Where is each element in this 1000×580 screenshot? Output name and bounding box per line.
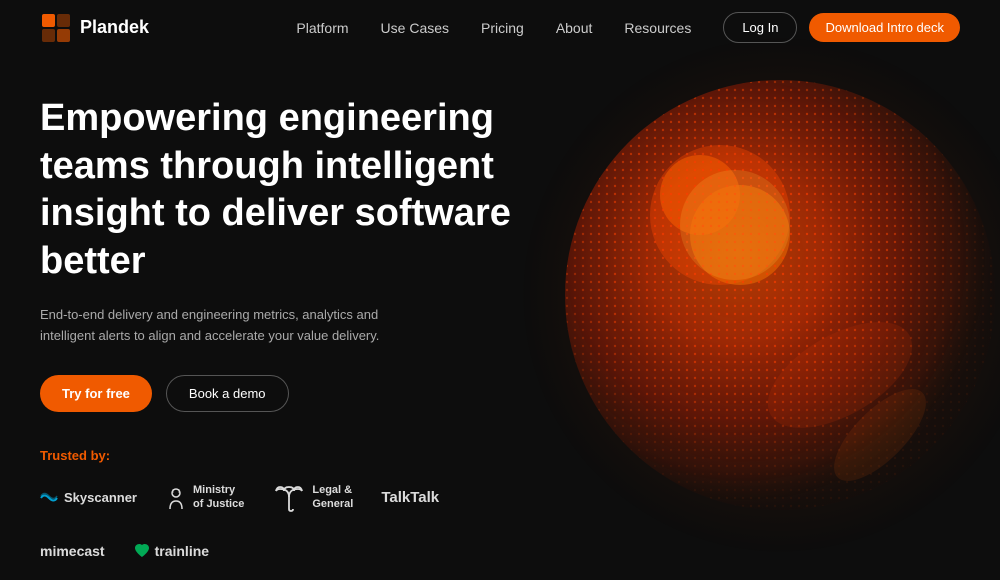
book-demo-button[interactable]: Book a demo: [166, 375, 289, 412]
trainline-heart-icon: [133, 543, 151, 559]
hero-left: Empowering engineering teams through int…: [40, 85, 530, 559]
nav-use-cases[interactable]: Use Cases: [381, 20, 449, 36]
logo-moj: Ministryof Justice: [165, 484, 244, 510]
logo-lg: Legal &General: [272, 481, 353, 515]
hero-globe: /* Dots generated inline below */: [500, 15, 1000, 575]
login-button[interactable]: Log In: [723, 12, 797, 43]
nav-pricing[interactable]: Pricing: [481, 20, 524, 36]
logo-mimecast: mimecast: [40, 543, 105, 559]
trusted-label: Trusted by:: [40, 448, 530, 463]
logo-skyscanner: Skyscanner: [40, 490, 137, 505]
lg-umbrella-icon: [272, 481, 306, 515]
nav-links: Platform Use Cases Pricing About Resourc…: [296, 20, 691, 36]
skyscanner-icon: [40, 491, 58, 505]
trainline-label: trainline: [155, 543, 209, 559]
talktalk-label: TalkTalk: [381, 489, 439, 506]
nav-resources[interactable]: Resources: [624, 20, 691, 36]
trusted-logos: Skyscanner Ministryof Justice: [40, 481, 530, 559]
trusted-section: Trusted by: Skyscanner: [40, 448, 530, 559]
navbar: Plandek Platform Use Cases Pricing About…: [0, 0, 1000, 55]
hero-buttons: Try for free Book a demo: [40, 375, 530, 412]
try-free-button[interactable]: Try for free: [40, 375, 152, 412]
moj-label: Ministryof Justice: [193, 484, 244, 510]
nav-actions: Log In Download Intro deck: [723, 12, 960, 43]
logo-area[interactable]: Plandek: [40, 12, 149, 44]
download-button[interactable]: Download Intro deck: [809, 13, 960, 42]
hero-title: Empowering engineering teams through int…: [40, 95, 530, 285]
skyscanner-label: Skyscanner: [64, 490, 137, 505]
logo-icon: [40, 12, 72, 44]
lg-label: Legal &General: [312, 484, 353, 510]
hero-section: /* Dots generated inline below */: [0, 55, 1000, 563]
nav-platform[interactable]: Platform: [296, 20, 348, 36]
nav-about[interactable]: About: [556, 20, 593, 36]
hero-subtitle: End-to-end delivery and engineering metr…: [40, 305, 420, 347]
moj-icon: [165, 487, 187, 509]
mimecast-label: mimecast: [40, 543, 105, 559]
logo-trainline: trainline: [133, 543, 209, 559]
logo-talktalk: TalkTalk: [381, 489, 439, 506]
logo-text: Plandek: [80, 17, 149, 38]
